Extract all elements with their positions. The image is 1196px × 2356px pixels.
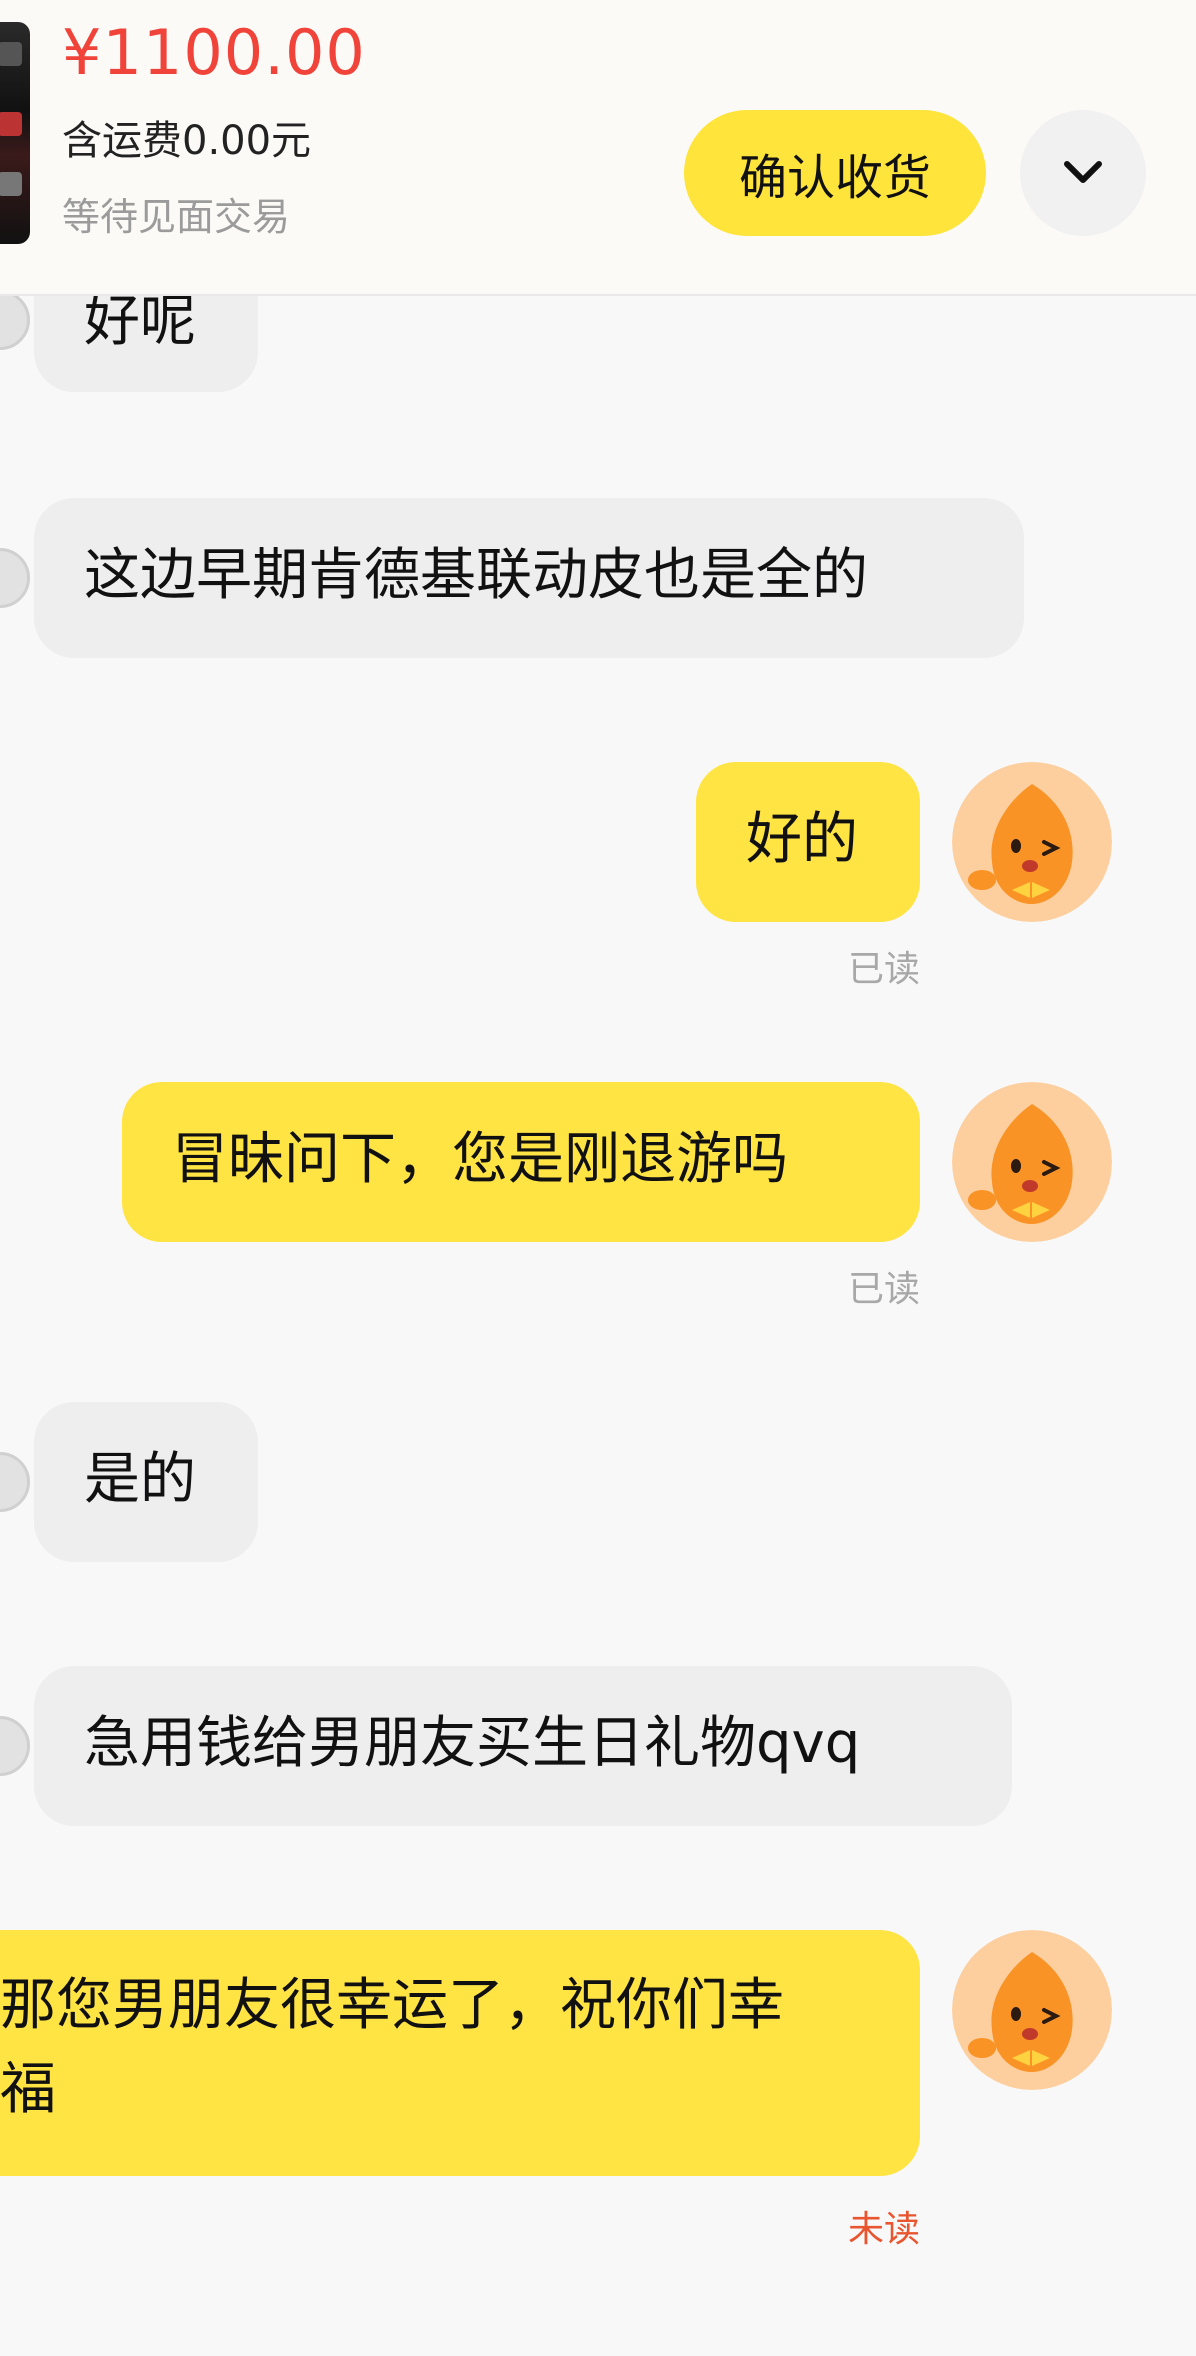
contact-avatar[interactable] bbox=[0, 548, 30, 608]
message-text: 这边早期肯德基联动皮也是全的 bbox=[84, 543, 868, 608]
message-text-line: 那您男朋友很幸运了，祝你们幸 bbox=[0, 1973, 784, 2038]
mascot-avatar-icon bbox=[952, 762, 1112, 922]
message-text: 好呢 bbox=[84, 289, 196, 354]
outgoing-message-bubble[interactable]: 冒昧问下，您是刚退游吗 bbox=[122, 1082, 920, 1242]
outgoing-message-bubble[interactable]: 那您男朋友很幸运了，祝你们幸 福 bbox=[0, 1930, 920, 2176]
message-text: 急用钱给男朋友买生日礼物qvq bbox=[84, 1711, 861, 1776]
unread-status: 未读 bbox=[847, 2209, 920, 2250]
contact-avatar[interactable] bbox=[0, 1452, 30, 1512]
message-text-line: 福 bbox=[0, 2057, 56, 2122]
order-summary-bar: ¥1100.00 含运费0.00元 等待见面交易 确认收货 bbox=[0, 0, 1196, 296]
trade-status: 等待见面交易 bbox=[62, 195, 291, 239]
user-avatar[interactable] bbox=[952, 1082, 1112, 1242]
mascot-avatar-icon bbox=[952, 1082, 1112, 1242]
contact-avatar[interactable] bbox=[0, 290, 30, 350]
message-text: 是的 bbox=[84, 1447, 196, 1512]
chevron-down-icon bbox=[1064, 161, 1102, 183]
expand-button[interactable] bbox=[1020, 110, 1146, 236]
contact-avatar[interactable] bbox=[0, 1716, 30, 1776]
read-status: 已读 bbox=[847, 1269, 920, 1310]
order-price: ¥1100.00 bbox=[62, 16, 366, 89]
message-text: 好的 bbox=[746, 807, 858, 872]
user-avatar[interactable] bbox=[952, 762, 1112, 922]
incoming-message-bubble[interactable]: 这边早期肯德基联动皮也是全的 bbox=[34, 498, 1024, 658]
read-status: 已读 bbox=[847, 949, 920, 990]
shipping-fee: 含运费0.00元 bbox=[62, 118, 312, 164]
outgoing-message-bubble[interactable]: 好的 bbox=[696, 762, 920, 922]
confirm-receipt-button[interactable]: 确认收货 bbox=[684, 110, 986, 236]
product-thumbnail[interactable] bbox=[0, 22, 30, 244]
incoming-message-bubble[interactable]: 是的 bbox=[34, 1402, 258, 1562]
user-avatar[interactable] bbox=[952, 1930, 1112, 2090]
mascot-avatar-icon bbox=[952, 1930, 1112, 2090]
incoming-message-bubble[interactable]: 急用钱给男朋友买生日礼物qvq bbox=[34, 1666, 1012, 1826]
message-text: 冒昧问下，您是刚退游吗 bbox=[172, 1127, 788, 1192]
